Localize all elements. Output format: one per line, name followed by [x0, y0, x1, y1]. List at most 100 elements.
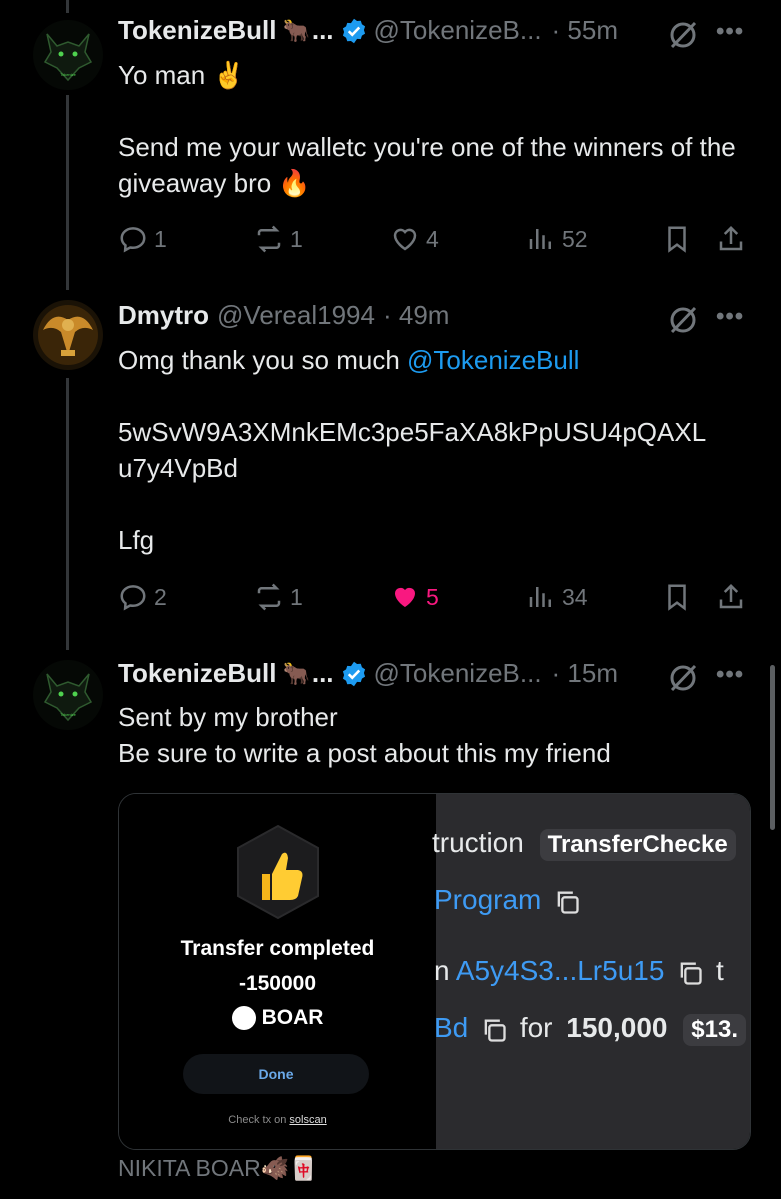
reply-button[interactable]: 1 — [118, 224, 167, 254]
svg-text:Tokenize: Tokenize — [60, 72, 77, 77]
from-prefix: n — [434, 955, 450, 986]
like-button[interactable]: 4 — [390, 224, 439, 254]
copy-icon — [680, 962, 702, 985]
thumbs-up-icon — [237, 824, 319, 920]
timestamp[interactable]: · 15m — [552, 658, 618, 689]
token-logo-icon — [231, 1006, 256, 1030]
bull-emoji: 🐂 — [282, 660, 310, 686]
tweet-text-prefix: Omg thank you so much — [118, 345, 408, 375]
solscan-crop: truction TransferChecke Program n A5y4S3… — [432, 794, 750, 1149]
views-icon — [529, 229, 551, 249]
done-button[interactable]: Done — [183, 1054, 369, 1094]
bookmark-icon — [668, 584, 686, 611]
grok-icon[interactable] — [668, 20, 698, 50]
more-options-icon[interactable]: ••• — [716, 661, 744, 689]
reply-button[interactable]: 2 — [118, 582, 167, 612]
views-count: 34 — [562, 583, 588, 610]
author-handle[interactable]: @TokenizeB... — [374, 658, 542, 689]
more-options-icon[interactable]: ••• — [716, 18, 744, 46]
media-image[interactable]: Transfer completed -150000 BOAR Done Che… — [118, 793, 751, 1150]
author-handle[interactable]: @Vereal1994 — [217, 300, 375, 331]
reply-count: 1 — [154, 225, 167, 252]
bookmark-icon — [668, 226, 686, 253]
repost-button[interactable]: 1 — [254, 224, 303, 254]
program-link: Program — [434, 884, 542, 915]
author-name[interactable]: TokenizeBull — [118, 658, 276, 689]
tweet-actions: 1 1 4 52 — [118, 224, 748, 260]
transfer-amount: -150000 — [238, 972, 317, 995]
timestamp[interactable]: · 49m — [383, 300, 449, 331]
more-options-icon[interactable]: ••• — [716, 303, 744, 331]
timestamp[interactable]: · 55m — [552, 15, 618, 46]
share-icon — [719, 225, 743, 251]
tweet-header: Dmytro @Vereal1994 · 49m — [118, 300, 449, 331]
bookmark-button[interactable] — [662, 582, 698, 612]
share-icon — [719, 583, 743, 609]
transfer-card: Transfer completed -150000 BOAR Done Che… — [119, 794, 436, 1149]
repost-count: 1 — [290, 225, 303, 252]
tweet-header: TokenizeBull 🐂 ... @TokenizeB... · 15m — [118, 658, 618, 689]
verified-badge-icon — [342, 18, 365, 43]
thread-line — [66, 378, 69, 650]
tweet-header: TokenizeBull 🐂 ... @TokenizeB... · 55m — [118, 15, 618, 46]
views-icon — [529, 587, 551, 607]
check-tx-prefix: Check tx on — [228, 1114, 290, 1126]
repost-icon — [257, 225, 281, 253]
author-name[interactable]: Dmytro — [118, 300, 209, 331]
bookmark-button[interactable] — [662, 224, 698, 254]
reply-count: 2 — [154, 583, 167, 610]
repost-icon — [257, 583, 281, 611]
solscan-link[interactable]: solscan — [289, 1114, 326, 1126]
copy-icon — [557, 891, 579, 914]
reply-icon — [120, 585, 146, 611]
heart-filled-icon — [395, 587, 415, 607]
reply-icon — [120, 227, 146, 253]
like-count: 4 — [426, 225, 439, 252]
instruction-pill: TransferChecke — [539, 829, 736, 861]
author-name[interactable]: TokenizeBull — [118, 15, 276, 46]
grok-icon[interactable] — [668, 305, 698, 335]
instruction-row: truction TransferChecke — [432, 827, 736, 861]
share-button[interactable] — [716, 582, 752, 612]
to-suffix: t — [715, 955, 724, 986]
verified-badge-icon — [342, 661, 365, 686]
usd-value-pill: $13. — [683, 1014, 746, 1046]
name-ellipsis: ... — [311, 15, 334, 45]
repost-count: 1 — [290, 583, 303, 610]
thread-line — [66, 95, 69, 290]
thread-line — [66, 0, 69, 13]
author-handle[interactable]: @TokenizeB... — [374, 15, 542, 46]
program-row: Program — [434, 884, 585, 916]
avatar[interactable] — [33, 300, 103, 370]
amount-row: Bd for 150,000 $13. — [434, 1012, 746, 1046]
avatar[interactable]: Tokenize — [33, 660, 103, 730]
for-label: for — [519, 1012, 553, 1043]
from-row: n A5y4S3...Lr5u15 t — [434, 955, 724, 987]
check-tx-text: Check tx on solscan — [119, 1114, 436, 1126]
views-button[interactable]: 52 — [526, 224, 588, 254]
svg-text:Tokenize: Tokenize — [60, 712, 77, 717]
views-count: 52 — [562, 225, 588, 252]
transfer-title: Transfer completed — [180, 937, 375, 960]
mention-link[interactable]: @TokenizeBull — [407, 345, 579, 375]
next-reply-author[interactable]: NIKITA BOAR🐗🀄 — [118, 1155, 318, 1182]
tweet-actions: 2 1 5 34 — [118, 582, 748, 618]
token-name: BOAR — [261, 1006, 324, 1029]
bull-emoji: 🐂 — [282, 17, 310, 43]
name-ellipsis: ... — [311, 658, 334, 688]
heart-icon — [393, 228, 417, 251]
tweet-text: Omg thank you so much @TokenizeBull 5wSv… — [118, 342, 758, 558]
repost-button[interactable]: 1 — [254, 582, 303, 612]
instruction-label: truction — [432, 827, 524, 858]
tweet-text: Sent by my brother Be sure to write a po… — [118, 702, 611, 768]
transfer-value: 150,000 — [566, 1012, 668, 1043]
scrollbar[interactable] — [770, 665, 775, 830]
share-button[interactable] — [716, 224, 752, 254]
views-button[interactable]: 34 — [526, 582, 588, 612]
avatar[interactable]: Tokenize — [33, 20, 103, 90]
like-button[interactable]: 5 — [390, 582, 439, 612]
grok-icon[interactable] — [668, 663, 698, 693]
to-address: Bd — [434, 1012, 469, 1043]
token-row: BOAR — [119, 1006, 436, 1030]
like-count: 5 — [426, 583, 439, 610]
